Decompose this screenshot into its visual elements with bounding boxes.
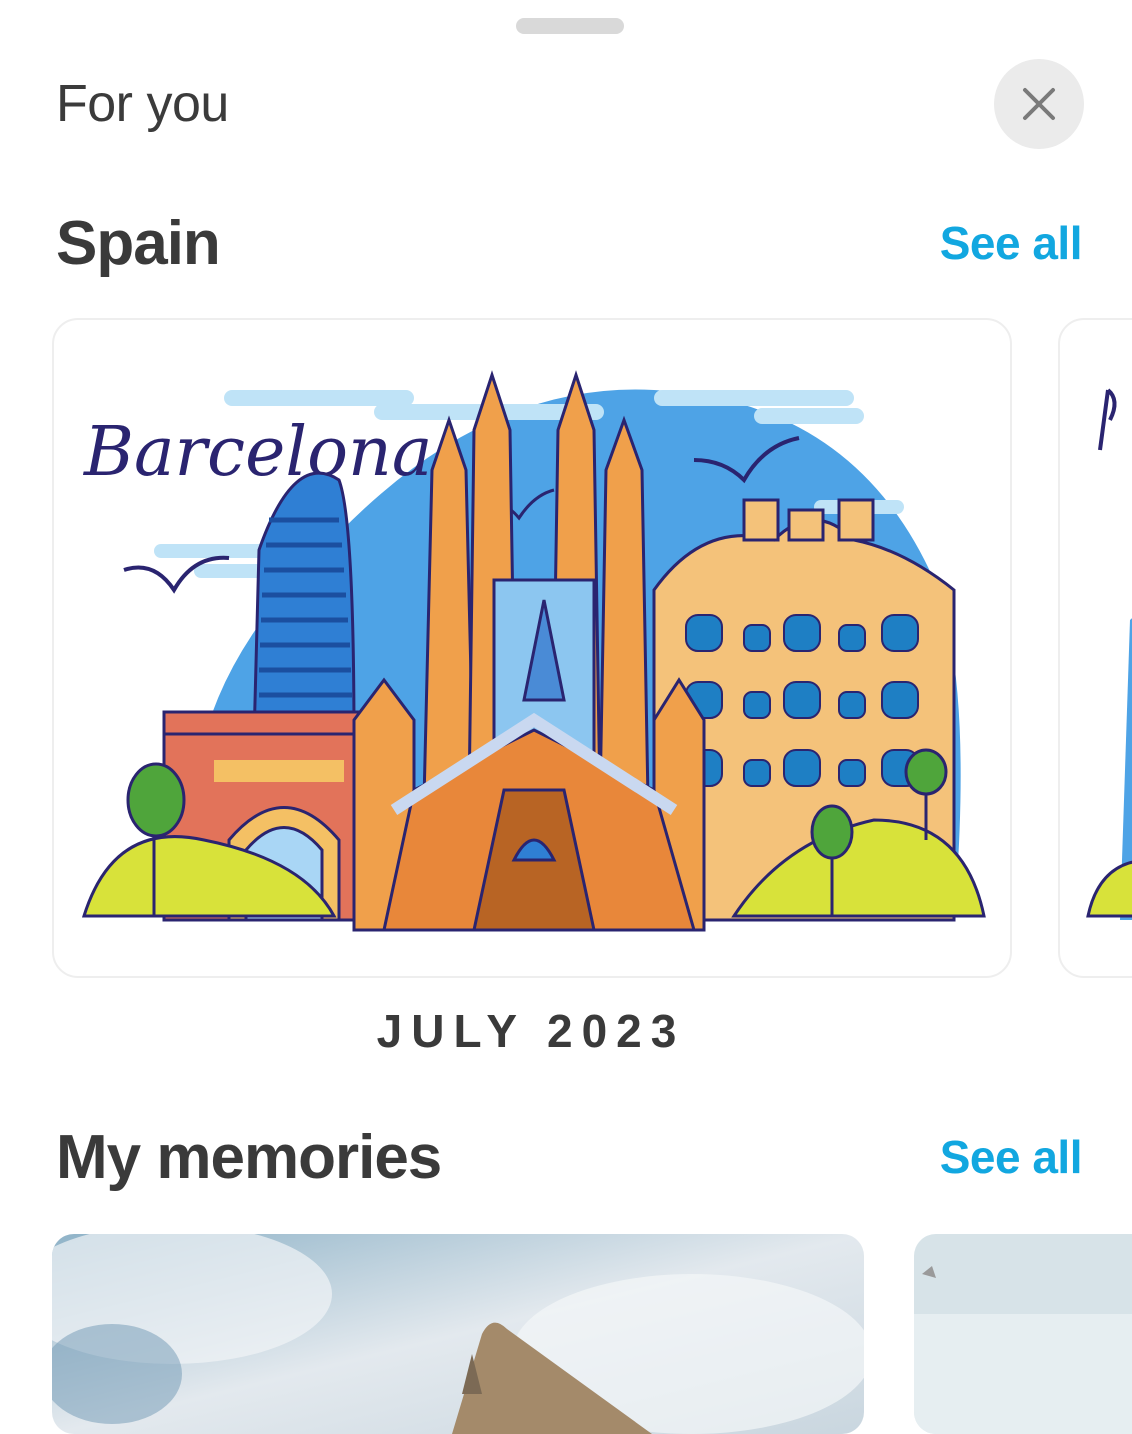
close-button[interactable] [994,59,1084,149]
barcelona-illustration: Barcelona [81,370,986,932]
memories-see-all-link[interactable]: See all [940,1130,1083,1184]
memory-card-1[interactable] [52,1234,864,1434]
memory-card-2[interactable] [914,1234,1132,1434]
section-title-memories: My memories [56,1123,442,1192]
featured-card-next[interactable] [1058,318,1132,978]
featured-card-caption: JULY 2023 [376,1005,686,1057]
featured-card-barcelona[interactable]: Barcelona [52,318,1012,978]
memory-photo-2 [914,1234,1132,1434]
spain-see-all-link[interactable]: See all [940,216,1083,270]
close-icon [1023,88,1055,120]
memory-photo-1 [52,1234,864,1434]
sheet-drag-handle[interactable] [516,18,624,34]
illustration-title: Barcelona [82,413,432,492]
next-card-illustration [1086,388,1132,920]
section-title-spain: Spain [56,209,221,278]
header-title: For you [56,75,229,133]
